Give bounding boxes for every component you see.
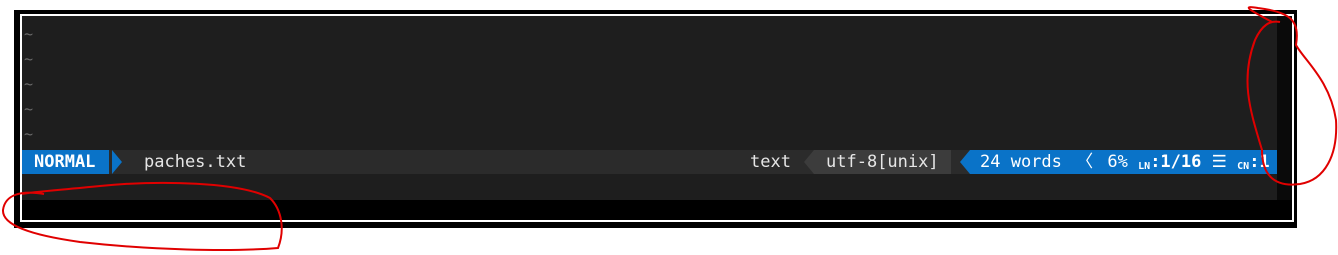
mode-indicator: NORMAL bbox=[22, 150, 110, 174]
word-count: 24 words bbox=[980, 152, 1062, 172]
column-position: :1 bbox=[1249, 152, 1270, 172]
empty-line-markers: ~ ~ ~ ~ ~ bbox=[22, 22, 42, 147]
chevron-left-icon: 〈 bbox=[1076, 152, 1094, 172]
empty-line-marker: ~ bbox=[24, 100, 34, 118]
menu-icon: ☰ bbox=[1211, 152, 1227, 172]
position-separator-arrow bbox=[960, 150, 970, 174]
file-type: text bbox=[750, 152, 791, 172]
percent-through-file: 6% bbox=[1107, 152, 1128, 172]
command-line[interactable] bbox=[22, 174, 1277, 200]
status-line: NORMAL paches.txt text utf-8[unix] 24 wo… bbox=[22, 150, 1277, 174]
screenshot-root: ~ ~ ~ ~ ~ NORMAL paches.txt text utf-8[u… bbox=[0, 0, 1338, 255]
empty-line-marker: ~ bbox=[24, 50, 34, 68]
vim-editor[interactable]: ~ ~ ~ ~ ~ NORMAL paches.txt text utf-8[u… bbox=[22, 16, 1277, 200]
empty-line-marker: ~ bbox=[24, 75, 34, 93]
position-section: 24 words 〈 6% LN:1/16 ☰ CN:1 bbox=[970, 150, 1277, 174]
empty-line-marker: ~ bbox=[24, 25, 34, 43]
line-position: :1/16 bbox=[1150, 152, 1202, 172]
file-name: paches.txt bbox=[144, 152, 247, 172]
file-encoding: utf-8[unix] bbox=[814, 150, 951, 174]
encoding-separator-arrow bbox=[804, 150, 814, 174]
terminal-scroll-strip bbox=[1277, 16, 1292, 200]
empty-line-marker: ~ bbox=[24, 125, 34, 143]
mode-separator-arrow bbox=[112, 150, 122, 174]
